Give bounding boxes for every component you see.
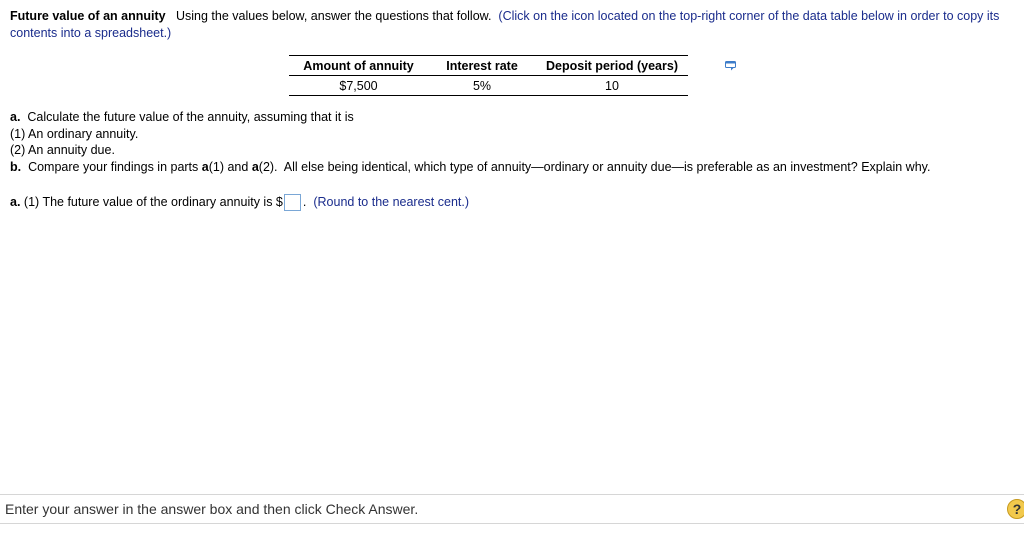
question-a2: (2) An annuity due. <box>10 143 115 157</box>
header-amount-of-annuity: Amount of annuity <box>289 55 428 76</box>
header-interest-rate: Interest rate <box>428 55 536 76</box>
question-b-text-1: Compare your findings in parts <box>28 159 199 174</box>
answer-line: a. (1) The future value of the ordinary … <box>10 193 469 211</box>
question-list: a. Calculate the future value of the ann… <box>10 109 930 175</box>
question-a-text: Calculate the future value of the annuit… <box>27 110 354 124</box>
table-row: $7,500 5% 10 <box>289 75 688 96</box>
cell-amount-of-annuity: $7,500 <box>289 75 428 96</box>
answer-input[interactable] <box>283 193 301 211</box>
help-icon[interactable]: ? <box>1007 499 1024 519</box>
header-deposit-period: Deposit period (years) <box>536 55 688 76</box>
question-b: b. Compare your findings in parts a(1) a… <box>10 159 930 176</box>
cell-interest-rate: 5% <box>428 75 536 96</box>
question-b-ref1-num: (1) and <box>208 159 249 174</box>
round-note: (Round to the nearest cent.) <box>313 195 470 209</box>
copy-to-spreadsheet-icon[interactable] <box>725 60 736 71</box>
question-b-ref2: a <box>251 159 259 174</box>
question-b-ref1: a <box>201 159 209 174</box>
answer-period: . <box>302 195 307 209</box>
answer-label-bold: a. <box>10 195 21 209</box>
question-b-text-2: All else being identical, which type of … <box>283 159 931 174</box>
problem-instructions: Using the values below, answer the quest… <box>176 9 492 23</box>
footer-instruction: Enter your answer in the answer box and … <box>5 501 419 517</box>
question-a1: (1) An ordinary annuity. <box>10 126 139 141</box>
footer-bar: Enter your answer in the answer box and … <box>0 494 1024 524</box>
homework-page: Future value of an annuity Using the val… <box>0 0 1024 537</box>
question-a: a. Calculate the future value of the ann… <box>10 109 930 126</box>
question-a-label: a. <box>10 110 21 124</box>
question-b-ref2-num: (2). <box>258 159 278 174</box>
table-header-row: Amount of annuity Interest rate Deposit … <box>289 55 688 76</box>
data-table-container: Amount of annuity Interest rate Deposit … <box>289 55 688 96</box>
cell-deposit-period: 10 <box>536 75 688 96</box>
problem-heading: Future value of an annuity <box>10 9 166 23</box>
problem-statement: Future value of an annuity Using the val… <box>10 8 1015 42</box>
data-table: Amount of annuity Interest rate Deposit … <box>289 55 688 96</box>
answer-label: (1) The future value of the ordinary ann… <box>23 195 283 209</box>
question-b-label: b. <box>10 159 22 174</box>
